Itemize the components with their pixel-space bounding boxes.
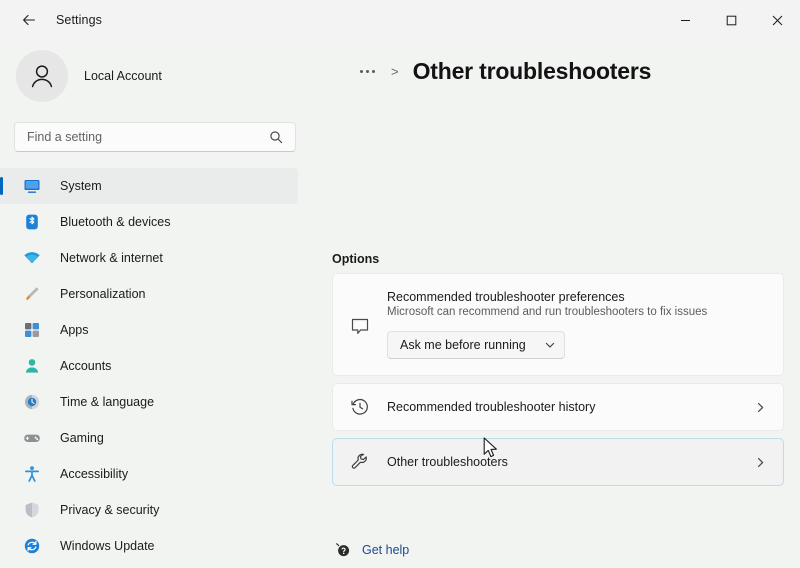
sidebar-item-accounts[interactable]: Accounts <box>0 348 298 384</box>
recommended-troubleshooter-preferences-card: Recommended troubleshooter preferences M… <box>332 273 784 376</box>
sidebar-item-system[interactable]: System <box>0 168 298 204</box>
chevron-right-icon <box>754 456 767 469</box>
sidebar-item-label: Time & language <box>60 395 155 409</box>
breadcrumb-overflow-button[interactable] <box>356 66 379 77</box>
title-bar: Settings <box>0 0 800 40</box>
history-clock-icon <box>333 396 387 418</box>
avatar <box>16 50 68 102</box>
back-button[interactable] <box>12 5 46 35</box>
preferences-body: Recommended troubleshooter preferences M… <box>387 290 767 359</box>
other-troubleshooters-row[interactable]: Other troubleshooters <box>332 438 784 486</box>
sidebar-item-label: Personalization <box>60 287 146 301</box>
gamepad-icon <box>22 428 42 448</box>
maximize-icon <box>726 15 736 25</box>
help-question-icon <box>324 541 362 559</box>
sidebar-item-apps[interactable]: Apps <box>0 312 298 348</box>
get-help-link[interactable]: Get help <box>324 536 442 564</box>
apps-grid-icon <box>22 320 42 340</box>
sidebar: Local Account System <box>0 40 308 568</box>
sidebar-item-label: Gaming <box>60 431 104 445</box>
ellipsis-dot <box>366 69 369 73</box>
person-icon <box>22 356 42 376</box>
paintbrush-icon <box>22 284 42 304</box>
sidebar-item-label: Accessibility <box>60 467 129 481</box>
sidebar-nav: System Bluetooth & devices Network & int… <box>0 168 308 564</box>
search-box[interactable] <box>14 122 296 152</box>
settings-window: Settings Local Account Find a setting Sy… <box>0 0 800 568</box>
back-arrow-icon <box>23 14 35 26</box>
account-tile[interactable]: Local Account <box>12 48 300 104</box>
ellipsis-dot <box>372 69 375 73</box>
history-body: Recommended troubleshooter history <box>387 400 754 414</box>
sidebar-item-network-internet[interactable]: Network & internet <box>0 240 298 276</box>
sidebar-item-label: Accounts <box>60 359 112 373</box>
wrench-icon <box>333 451 387 473</box>
close-button[interactable] <box>754 0 800 40</box>
footer-links: Get help Give feedback <box>324 536 442 568</box>
sidebar-item-bluetooth-devices[interactable]: Bluetooth & devices <box>0 204 298 240</box>
minimize-button[interactable] <box>662 0 708 40</box>
recommended-troubleshooter-history-row[interactable]: Recommended troubleshooter history <box>332 383 784 431</box>
sidebar-item-personalization[interactable]: Personalization <box>0 276 298 312</box>
maximize-button[interactable] <box>708 0 754 40</box>
sidebar-item-accessibility[interactable]: Accessibility <box>0 456 298 492</box>
other-troubleshooters-title: Other troubleshooters <box>387 455 508 469</box>
account-name: Local Account <box>84 69 162 83</box>
wifi-icon <box>22 248 42 268</box>
search-icon <box>269 130 283 144</box>
clock-globe-icon <box>22 392 42 412</box>
settings-scroll-area: Share optional diagnostic data to get ad… <box>308 40 800 568</box>
app-title: Settings <box>56 13 102 27</box>
sidebar-item-label: Network & internet <box>60 251 163 265</box>
shield-icon <box>22 500 42 520</box>
preferences-title: Recommended troubleshooter preferences <box>387 290 625 304</box>
window-controls <box>662 0 800 40</box>
chevron-right-icon <box>754 401 767 414</box>
monitor-icon <box>22 176 42 196</box>
sidebar-item-label: Windows Update <box>60 539 155 553</box>
content-pane: Share optional diagnostic data to get ad… <box>308 40 800 568</box>
chat-bubble-icon <box>333 312 387 338</box>
history-title: Recommended troubleshooter history <box>387 400 596 414</box>
get-help-label: Get help <box>362 543 410 557</box>
ellipsis-dot <box>360 69 363 73</box>
sidebar-item-label: System <box>60 179 102 193</box>
sidebar-item-privacy-security[interactable]: Privacy & security <box>0 492 298 528</box>
page-header: > Other troubleshooters <box>308 40 800 102</box>
bluetooth-icon <box>22 212 42 232</box>
breadcrumb-separator: > <box>391 63 399 79</box>
preferences-subtitle: Microsoft can recommend and run troubles… <box>387 306 708 318</box>
person-avatar-icon <box>31 65 53 88</box>
update-icon <box>22 536 42 556</box>
accessibility-icon <box>22 464 42 484</box>
give-feedback-link[interactable]: Give feedback <box>324 564 442 568</box>
close-icon <box>772 15 782 25</box>
chevron-down-icon <box>544 339 556 351</box>
sidebar-item-label: Bluetooth & devices <box>60 215 171 229</box>
recommended-troubleshooter-dropdown[interactable]: Ask me before running <box>387 331 565 359</box>
sidebar-item-label: Privacy & security <box>60 503 160 517</box>
sidebar-item-label: Apps <box>60 323 89 337</box>
sidebar-item-windows-update[interactable]: Windows Update <box>0 528 298 564</box>
options-section-label: Options <box>332 252 380 266</box>
other-troubleshooters-body: Other troubleshooters <box>387 455 754 469</box>
dropdown-value: Ask me before running <box>400 338 526 352</box>
sidebar-item-time-language[interactable]: Time & language <box>0 384 298 420</box>
search-input[interactable] <box>15 130 269 144</box>
options-card-list: Recommended troubleshooter preferences M… <box>332 273 784 493</box>
minimize-icon <box>680 19 690 21</box>
sidebar-item-gaming[interactable]: Gaming <box>0 420 298 456</box>
page-title: Other troubleshooters <box>412 57 652 84</box>
